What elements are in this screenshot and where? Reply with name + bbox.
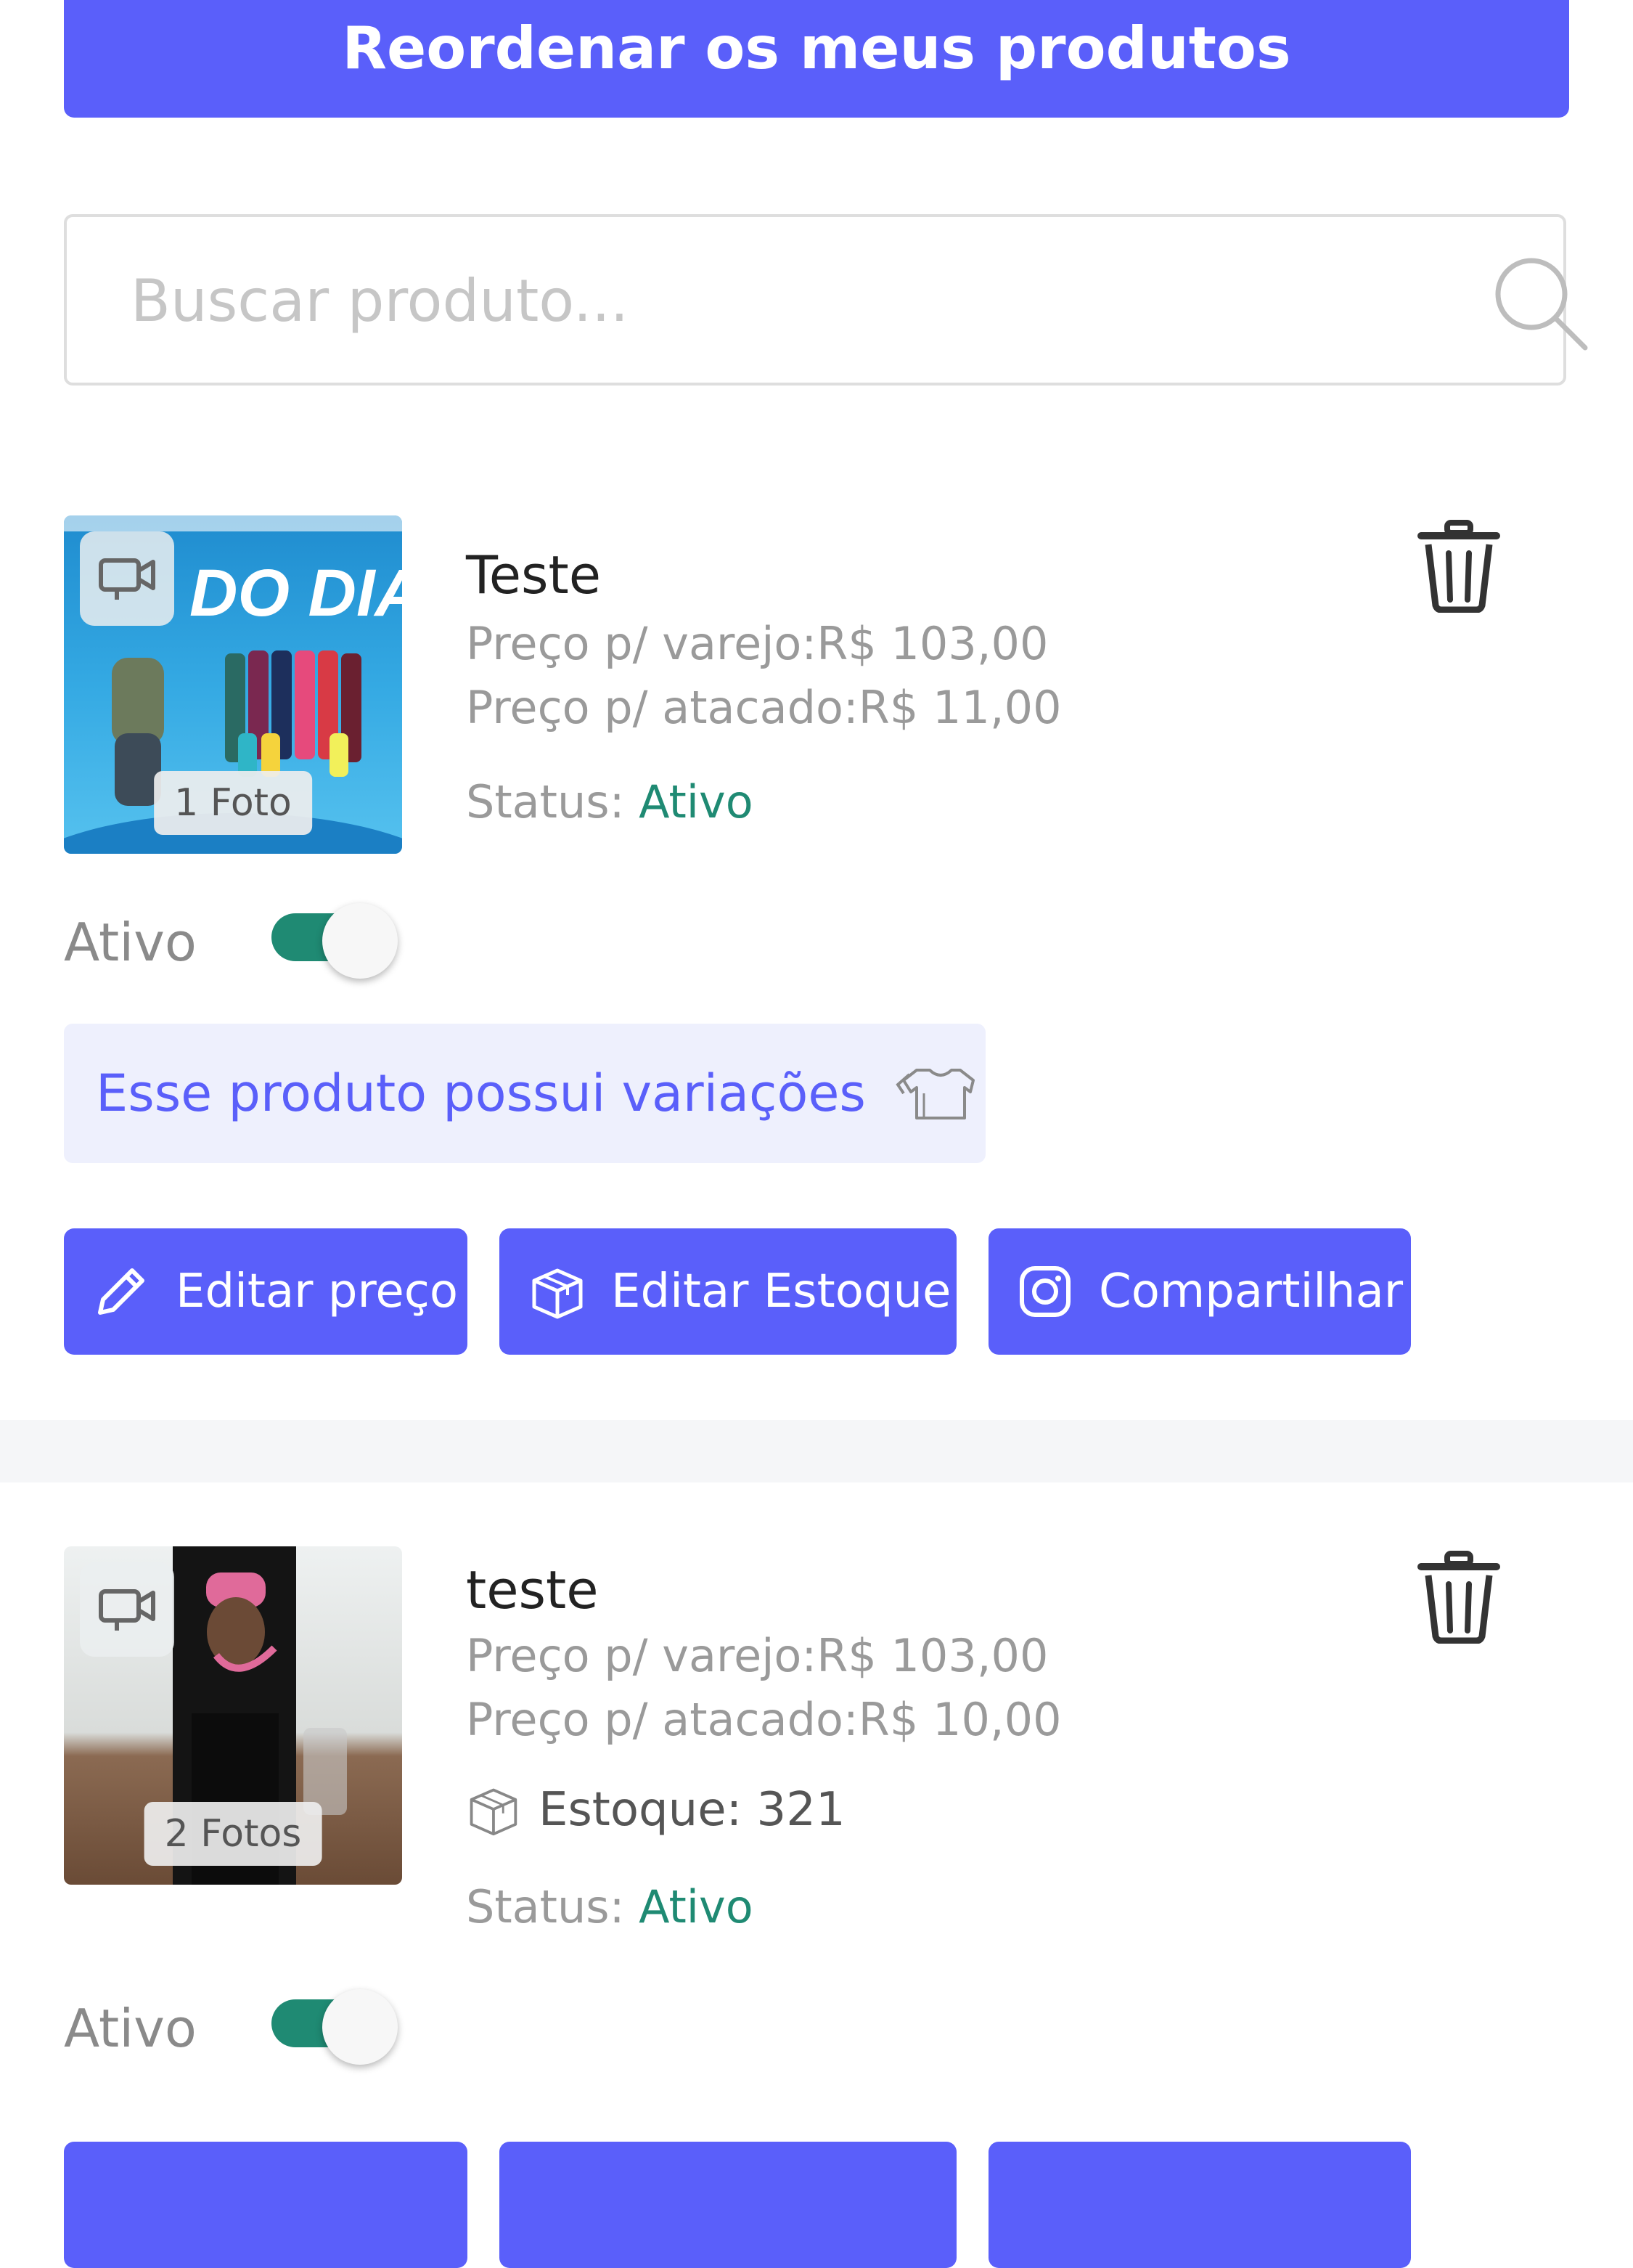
product-status: Status: Ativo bbox=[466, 1880, 753, 1933]
wholesale-price: Preço p/ atacado:R$ 10,00 bbox=[466, 1693, 1062, 1746]
status-value: Ativo bbox=[639, 1880, 753, 1933]
product-name: teste bbox=[466, 1559, 599, 1620]
stock-value: Estoque: 321 bbox=[539, 1783, 846, 1837]
retail-price: Preço p/ varejo:R$ 103,00 bbox=[466, 1629, 1049, 1682]
edit-stock-label: Editar Estoque bbox=[611, 1265, 951, 1318]
toggle-knob bbox=[322, 1989, 398, 2065]
trash-icon[interactable] bbox=[1415, 1549, 1502, 1644]
share-button[interactable] bbox=[989, 2142, 1411, 2268]
product-image-text: DO DIA! bbox=[189, 556, 402, 630]
toggle-knob bbox=[322, 903, 398, 979]
edit-price-button[interactable] bbox=[64, 2142, 467, 2268]
edit-stock-button[interactable]: Editar Estoque bbox=[499, 1228, 957, 1355]
retail-price: Preço p/ varejo:R$ 103,00 bbox=[466, 617, 1049, 670]
edit-stock-button[interactable] bbox=[499, 2142, 957, 2268]
video-badge bbox=[80, 1562, 174, 1657]
video-icon bbox=[99, 558, 155, 600]
photo-count-badge: 2 Fotos bbox=[144, 1802, 322, 1866]
video-badge bbox=[80, 531, 174, 626]
trash-icon[interactable] bbox=[1415, 518, 1502, 613]
product-image[interactable]: DO DIA! 1 Foto bbox=[64, 515, 402, 854]
active-toggle-label: Ativo bbox=[64, 1998, 197, 2059]
product-stock: Estoque: 321 bbox=[466, 1783, 846, 1837]
video-icon bbox=[99, 1589, 155, 1631]
active-toggle[interactable] bbox=[271, 903, 402, 979]
variations-notice[interactable]: Esse produto possui variações bbox=[64, 1024, 986, 1163]
status-label: Status: bbox=[466, 1880, 625, 1933]
share-label: Compartilhar bbox=[1099, 1265, 1404, 1318]
status-label: Status: bbox=[466, 775, 625, 828]
box-icon bbox=[470, 1788, 517, 1836]
active-toggle[interactable] bbox=[271, 1989, 402, 2065]
reorder-products-label: Reordenar os meus produtos bbox=[342, 14, 1291, 82]
share-button[interactable]: Compartilhar bbox=[989, 1228, 1411, 1355]
status-value: Ativo bbox=[639, 775, 753, 828]
reorder-products-button[interactable]: Reordenar os meus produtos bbox=[64, 0, 1569, 118]
box-icon bbox=[532, 1268, 583, 1319]
product-status: Status: Ativo bbox=[466, 775, 753, 828]
search-input[interactable] bbox=[129, 217, 1366, 384]
wholesale-price: Preço p/ atacado:R$ 11,00 bbox=[466, 681, 1062, 734]
product-image[interactable]: 2 Fotos bbox=[64, 1546, 402, 1885]
product-name: Teste bbox=[466, 544, 602, 605]
active-toggle-label: Ativo bbox=[64, 912, 197, 973]
search-icon[interactable] bbox=[1489, 252, 1591, 354]
instagram-icon bbox=[1020, 1266, 1071, 1317]
section-divider bbox=[0, 1420, 1633, 1482]
edit-price-label: Editar preço bbox=[176, 1265, 459, 1318]
tshirt-icon bbox=[896, 1069, 975, 1119]
product-card: 2 Fotos teste Preço p/ varejo:R$ 103,00 … bbox=[0, 1539, 1633, 2268]
search-box bbox=[64, 214, 1588, 386]
pencil-icon bbox=[98, 1268, 144, 1315]
edit-price-button[interactable]: Editar preço bbox=[64, 1228, 467, 1355]
variations-text: Esse produto possui variações bbox=[96, 1064, 866, 1123]
photo-count-badge: 1 Foto bbox=[154, 771, 312, 835]
